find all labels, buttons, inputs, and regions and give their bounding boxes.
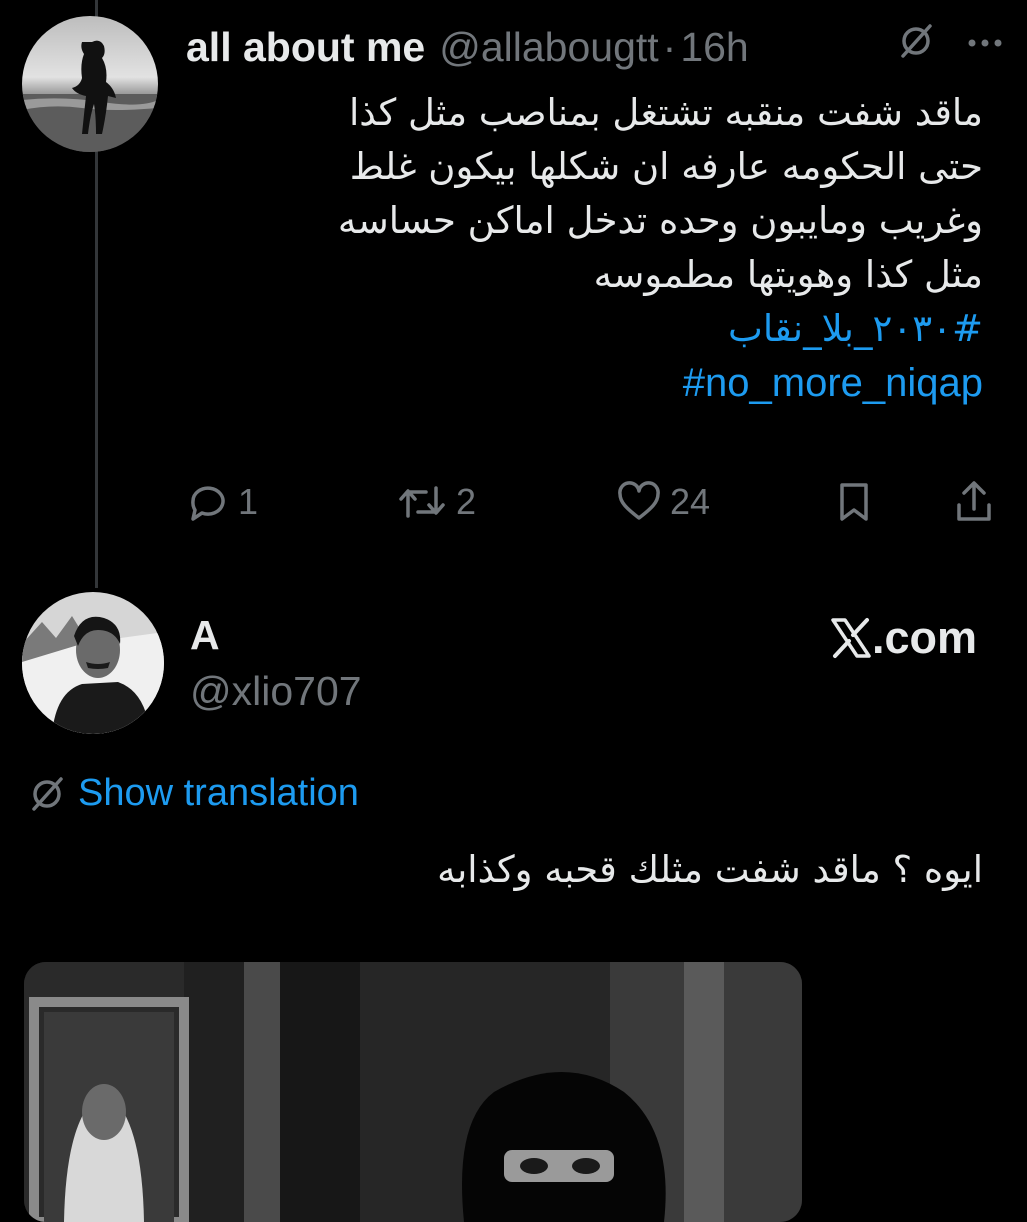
x-logo-icon: [831, 618, 871, 658]
tweet-header: all about me @allabougtt · 16h: [186, 20, 749, 74]
quoted-author-avatar[interactable]: [22, 592, 164, 734]
tweet-top-icons: [897, 22, 1003, 65]
tweet-line: حتى الحكومه عارفه ان شكلها بيكون غلط: [349, 145, 983, 188]
x-brand: .com: [830, 612, 977, 664]
like-count: 24: [670, 481, 711, 522]
avatar-image: [22, 16, 158, 152]
timestamp[interactable]: 16h: [680, 24, 748, 71]
author-avatar[interactable]: [22, 16, 158, 152]
retweet-count: 2: [456, 481, 477, 522]
hashtag-link[interactable]: #٢٠٣٠_بلا_نقاب: [728, 307, 983, 350]
retweet-icon: [399, 486, 445, 518]
reply-button[interactable]: 1: [186, 474, 258, 530]
reply-count: 1: [238, 481, 259, 522]
brand-domain: .com: [871, 612, 977, 663]
bookmark-button[interactable]: [834, 474, 874, 530]
heart-icon: [618, 481, 660, 520]
avatar-image: [22, 592, 164, 734]
author-handle[interactable]: @allabougtt: [439, 24, 658, 71]
quoted-author-handle[interactable]: @xlio707: [190, 668, 362, 715]
separator-dot: ·: [662, 23, 677, 70]
tweet-actions: 1 2 24: [186, 474, 1006, 534]
more-icon[interactable]: [967, 35, 1003, 53]
tweet-text: ماقد شفت منقبه تشتغل بمناصب مثل كذا حتى …: [193, 86, 983, 411]
bookmark-icon: [840, 483, 868, 521]
tweet-line: ماقد شفت منقبه تشتغل بمناصب مثل كذا: [348, 91, 983, 134]
grok-icon[interactable]: [897, 22, 935, 65]
quoted-text: ايوه ؟ ماقد شفت مثلك قحبه وكذابه: [437, 848, 983, 891]
share-icon: [957, 481, 991, 521]
reply-icon: [191, 486, 225, 521]
author-name[interactable]: all about me: [186, 24, 425, 71]
grok-icon: [32, 776, 63, 811]
share-button[interactable]: [954, 474, 994, 530]
show-translation-link[interactable]: Show translation: [28, 772, 359, 815]
media-image[interactable]: [24, 962, 802, 1222]
tweet-line: وغريب ومايبون وحده تدخل اماكن حساسه: [337, 199, 983, 242]
hashtag-link[interactable]: #no_more_niqap: [683, 361, 983, 405]
like-button[interactable]: 24: [616, 474, 710, 530]
photo-scene: [24, 962, 802, 1222]
show-translation-label: Show translation: [78, 772, 359, 814]
retweet-button[interactable]: 2: [396, 474, 476, 530]
tweet-line: مثل كذا وهويتها مطموسه: [593, 253, 983, 296]
quoted-author-name[interactable]: A: [190, 612, 220, 659]
